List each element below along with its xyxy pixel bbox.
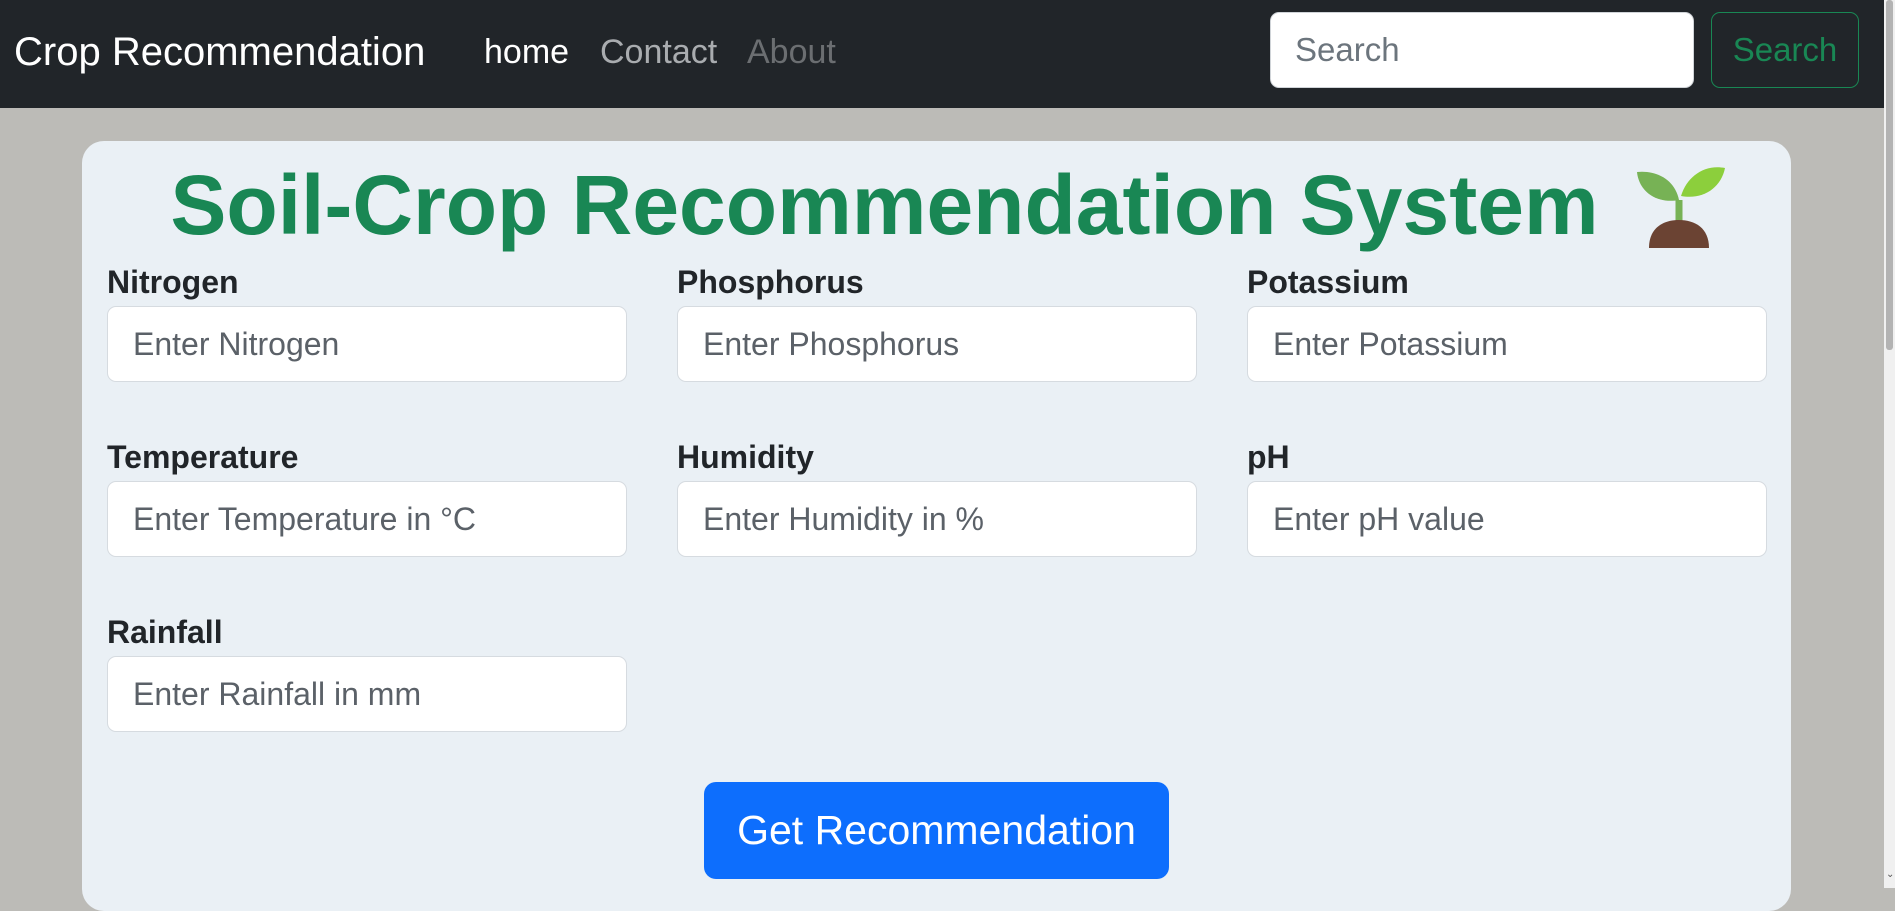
page-title-text: Soil-Crop Recommendation System (170, 157, 1599, 252)
search-input[interactable] (1270, 12, 1694, 88)
phosphorus-input[interactable] (677, 306, 1197, 382)
navbar-brand[interactable]: Crop Recommendation (14, 26, 425, 78)
nav-link-about[interactable]: About (747, 26, 836, 78)
humidity-label: Humidity (677, 439, 814, 475)
temperature-input[interactable] (107, 481, 627, 557)
potassium-label: Potassium (1247, 264, 1409, 300)
ph-input[interactable] (1247, 481, 1767, 557)
phosphorus-label: Phosphorus (677, 264, 864, 300)
page-title: Soil-Crop Recommendation System (0, 148, 1895, 255)
get-recommendation-button[interactable]: Get Recommendation (704, 782, 1169, 879)
rainfall-label: Rainfall (107, 614, 223, 650)
ph-label: pH (1247, 439, 1290, 475)
rainfall-input[interactable] (107, 656, 627, 732)
nitrogen-label: Nitrogen (107, 264, 239, 300)
scroll-down-arrow-icon[interactable]: ⌄ (1886, 868, 1894, 882)
nitrogen-input[interactable] (107, 306, 627, 382)
nav-link-contact[interactable]: Contact (600, 26, 717, 78)
nav-link-home[interactable]: home (484, 26, 569, 78)
navbar: Crop Recommendation home Contact About S… (0, 0, 1884, 108)
humidity-input[interactable] (677, 481, 1197, 557)
potassium-input[interactable] (1247, 306, 1767, 382)
seedling-icon (1636, 167, 1725, 248)
temperature-label: Temperature (107, 439, 299, 475)
search-button[interactable]: Search (1711, 12, 1859, 88)
